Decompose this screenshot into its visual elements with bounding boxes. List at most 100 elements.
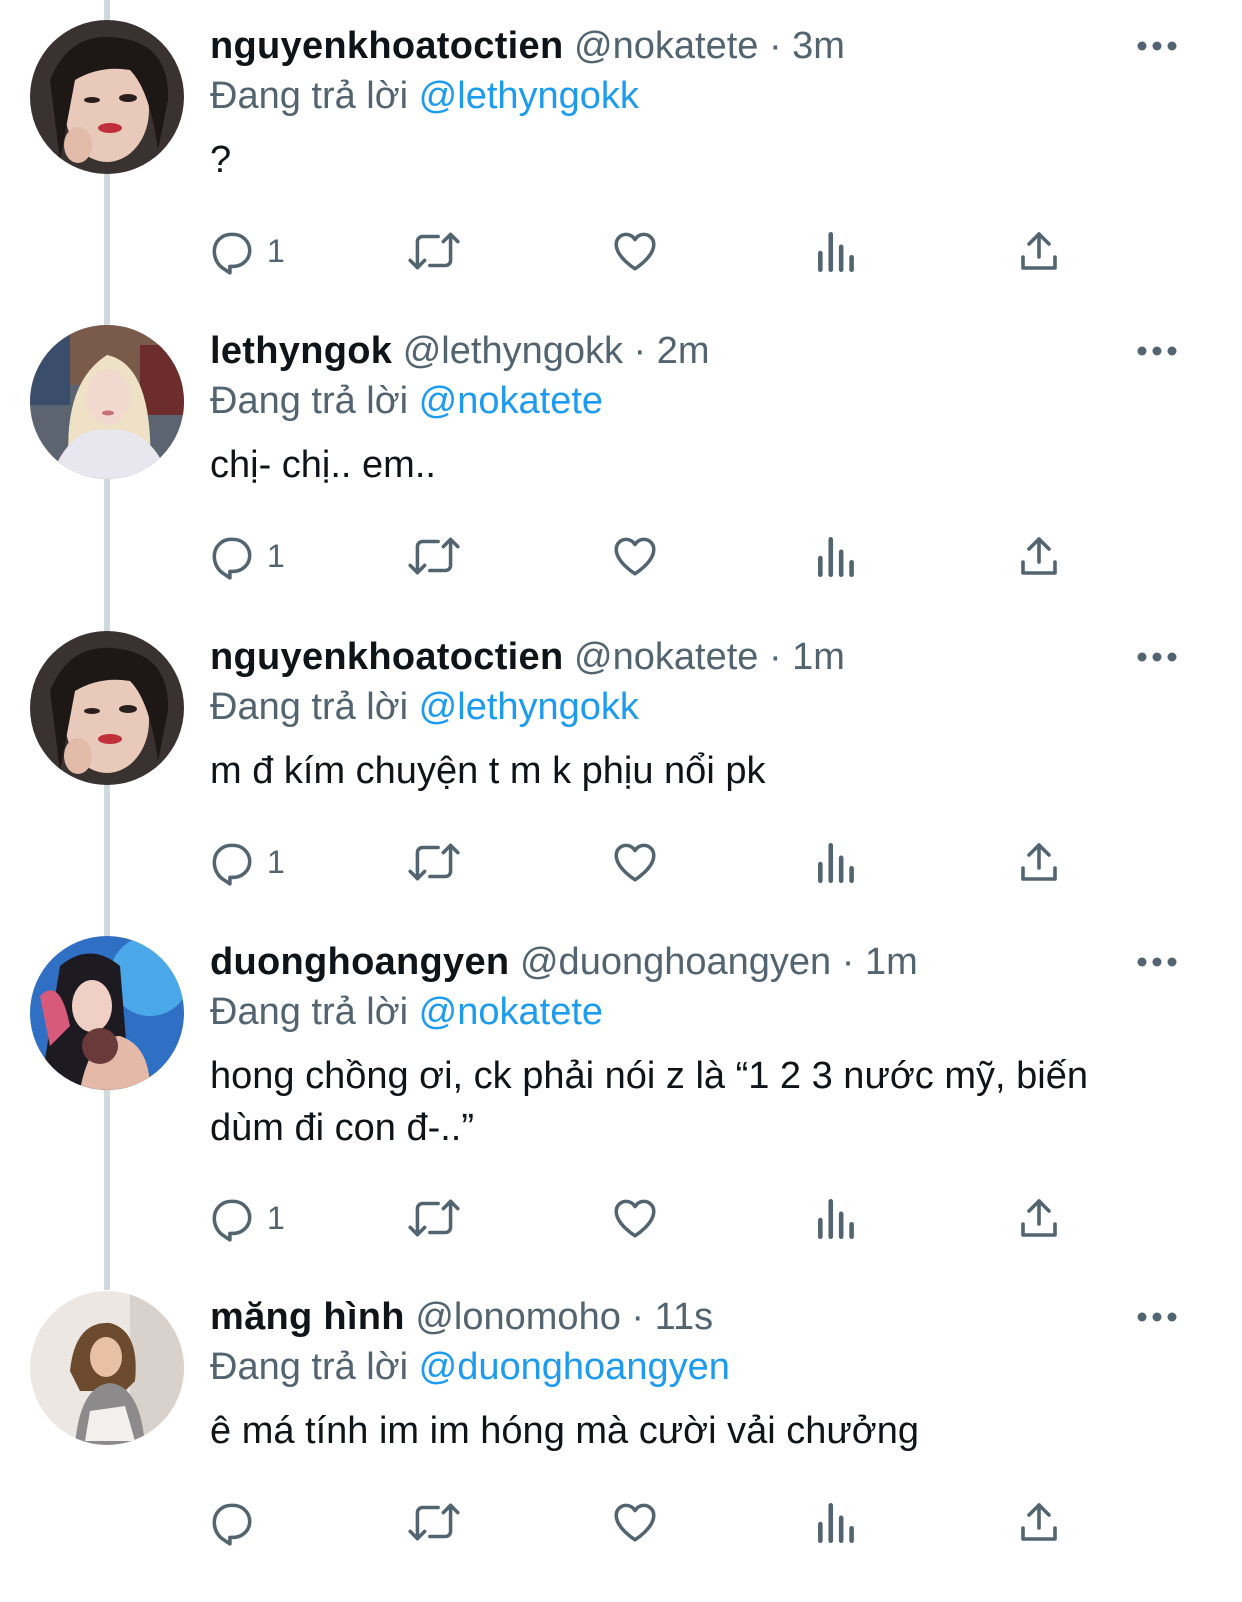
separator-dot: · [768,636,782,678]
replying-to-label: Đang trả lời [210,686,409,728]
like-button[interactable] [610,1188,660,1248]
tweet-text: m đ kím chuyện t m k phịu nổi pk [210,750,766,792]
replying-to-mention[interactable]: @lethyngokk [419,75,639,117]
reply-button[interactable]: 1 [207,526,285,586]
timestamp[interactable]: 3m [792,25,845,67]
share-button[interactable] [1015,526,1063,586]
views-icon [818,1199,854,1240]
tweet-header: măng hình @lonomoho · 11s [210,1287,713,1347]
retweet-icon [408,232,460,270]
username[interactable]: @lethyngokk [403,330,623,372]
heart-icon [614,1503,656,1542]
avatar[interactable] [30,325,184,479]
share-icon [1021,843,1057,881]
timestamp[interactable]: 1m [792,636,845,678]
tweet-actions: 1 [0,1188,1242,1248]
retweet-button[interactable] [405,1188,463,1248]
replying-to: Đang trả lời @nokatete [210,984,603,1040]
display-name[interactable]: duonghoangyen [210,941,509,983]
like-button[interactable] [610,832,660,892]
tweet-actions: 1 [0,221,1242,281]
reply-button[interactable]: 1 [207,832,285,892]
avatar[interactable] [30,936,184,1090]
separator-dot: · [631,1296,645,1338]
display-name[interactable]: lethyngok [210,330,392,372]
separator-dot: · [768,25,782,67]
avatar[interactable] [30,20,184,174]
reply-count: 1 [267,537,285,574]
more-options-icon[interactable] [1135,950,1179,974]
tweet-actions: 1 [0,832,1242,892]
views-icon [818,843,854,884]
views-button[interactable] [814,526,860,586]
display-name[interactable]: nguyenkhoatoctien [210,636,563,678]
reply-button[interactable] [207,1492,267,1552]
more-options-icon[interactable] [1135,34,1179,58]
share-button[interactable] [1015,1492,1063,1552]
display-name[interactable]: măng hình [210,1296,405,1338]
timestamp[interactable]: 11s [655,1296,713,1338]
retweet-button[interactable] [405,526,463,586]
username[interactable]: @lonomoho [415,1296,620,1338]
retweet-button[interactable] [405,832,463,892]
replying-to: Đang trả lời @duonghoangyen [210,1339,730,1395]
retweet-icon [408,843,460,881]
replying-to-mention[interactable]: @nokatete [419,380,603,422]
share-icon [1021,232,1057,270]
share-icon [1021,1503,1057,1541]
replying-to: Đang trả lời @lethyngokk [210,679,639,735]
replying-to-label: Đang trả lời [210,991,409,1033]
reply-count: 1 [267,843,285,880]
like-button[interactable] [610,526,660,586]
views-button[interactable] [814,221,860,281]
tweet-text: hong chồng ơi, ck phải nói z là “1 2 3 n… [210,1055,1088,1149]
tweet-header: nguyenkhoatoctien @nokatete · 1m [210,627,845,687]
display-name[interactable]: nguyenkhoatoctien [210,25,563,67]
share-button[interactable] [1015,1188,1063,1248]
username[interactable]: @duonghoangyen [520,941,831,983]
timestamp[interactable]: 2m [657,330,710,372]
heart-icon [614,1199,656,1238]
tweet-text: ? [210,139,232,181]
tweet-header: duonghoangyen @duonghoangyen · 1m [210,932,918,992]
tweet-text: ê má tính im im hóng mà cười vải chưởng [210,1410,919,1452]
replying-to-label: Đang trả lời [210,1346,409,1388]
username[interactable]: @nokatete [574,25,758,67]
retweet-button[interactable] [405,1492,463,1552]
replying-to-mention[interactable]: @lethyngokk [419,686,639,728]
replying-to-label: Đang trả lời [210,380,409,422]
reply-count: 1 [267,1199,285,1236]
more-options-icon[interactable] [1135,339,1179,363]
like-button[interactable] [610,221,660,281]
avatar[interactable] [30,631,184,785]
replying-to-mention[interactable]: @duonghoangyen [419,1346,730,1388]
heart-icon [614,537,656,576]
views-button[interactable] [814,1188,860,1248]
share-icon [1021,1199,1057,1237]
retweet-icon [408,1503,460,1541]
more-options-icon[interactable] [1135,645,1179,669]
reply-icon [212,1199,252,1242]
replying-to-label: Đang trả lời [210,75,409,117]
avatar[interactable] [30,1291,184,1445]
reply-icon [212,843,252,886]
heart-icon [614,232,656,271]
share-button[interactable] [1015,832,1063,892]
tweet-header: lethyngok @lethyngokk · 2m [210,321,710,381]
views-icon [818,1503,854,1544]
tweet-header: nguyenkhoatoctien @nokatete · 3m [210,16,845,76]
views-button[interactable] [814,832,860,892]
reply-button[interactable]: 1 [207,1188,285,1248]
like-button[interactable] [610,1492,660,1552]
retweet-button[interactable] [405,221,463,281]
timestamp[interactable]: 1m [865,941,918,983]
tweet-actions [0,1492,1242,1552]
reply-button[interactable]: 1 [207,221,285,281]
replying-to-mention[interactable]: @nokatete [419,991,603,1033]
views-button[interactable] [814,1492,860,1552]
share-button[interactable] [1015,221,1063,281]
replying-to: Đang trả lời @lethyngokk [210,68,639,124]
separator-dot: · [841,941,855,983]
more-options-icon[interactable] [1135,1305,1179,1329]
username[interactable]: @nokatete [574,636,758,678]
